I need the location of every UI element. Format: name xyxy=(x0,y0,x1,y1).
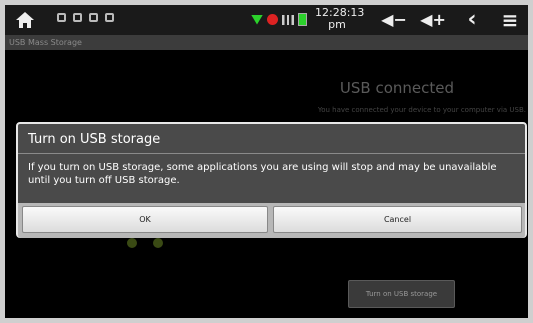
system-status-icons xyxy=(251,13,307,26)
usb-icon xyxy=(73,13,82,22)
dialog-button-bar: OK Cancel xyxy=(18,203,525,238)
usb-icon xyxy=(57,13,66,22)
back-icon[interactable]: ‹ xyxy=(460,9,484,31)
alert-icon xyxy=(267,14,278,25)
wifi-icon xyxy=(251,14,263,25)
usb-connected-description: You have connected your device to your c… xyxy=(317,106,526,114)
notification-icons[interactable] xyxy=(57,13,114,22)
home-icon[interactable] xyxy=(15,11,35,29)
screen: 12:28:13 pm ◀− ◀+ ‹ ≡ USB Mass Storage U… xyxy=(5,5,528,318)
clock-ampm: pm xyxy=(328,18,346,31)
download-icon xyxy=(105,13,114,22)
battery-icon xyxy=(298,13,307,26)
volume-down-icon[interactable]: ◀− xyxy=(381,10,407,30)
volume-up-icon[interactable]: ◀+ xyxy=(419,10,447,30)
window-title: USB Mass Storage xyxy=(5,35,528,50)
turn-on-usb-storage-button[interactable]: Turn on USB storage xyxy=(348,280,455,308)
dialog-title: Turn on USB storage xyxy=(28,132,161,147)
clock: 12:28:13 pm xyxy=(315,7,364,31)
cancel-button[interactable]: Cancel xyxy=(273,206,522,233)
usb-storage-dialog: Turn on USB storage If you turn on USB s… xyxy=(16,122,527,238)
usb-connected-heading: USB connected xyxy=(339,79,454,97)
ok-button[interactable]: OK xyxy=(22,206,268,233)
dialog-divider xyxy=(18,153,525,154)
status-bar: 12:28:13 pm ◀− ◀+ ‹ ≡ xyxy=(5,5,528,35)
signal-bars-icon xyxy=(282,14,294,25)
menu-icon[interactable]: ≡ xyxy=(499,10,521,30)
dialog-message: If you turn on USB storage, some applica… xyxy=(28,162,497,186)
usb-icon xyxy=(89,13,98,22)
